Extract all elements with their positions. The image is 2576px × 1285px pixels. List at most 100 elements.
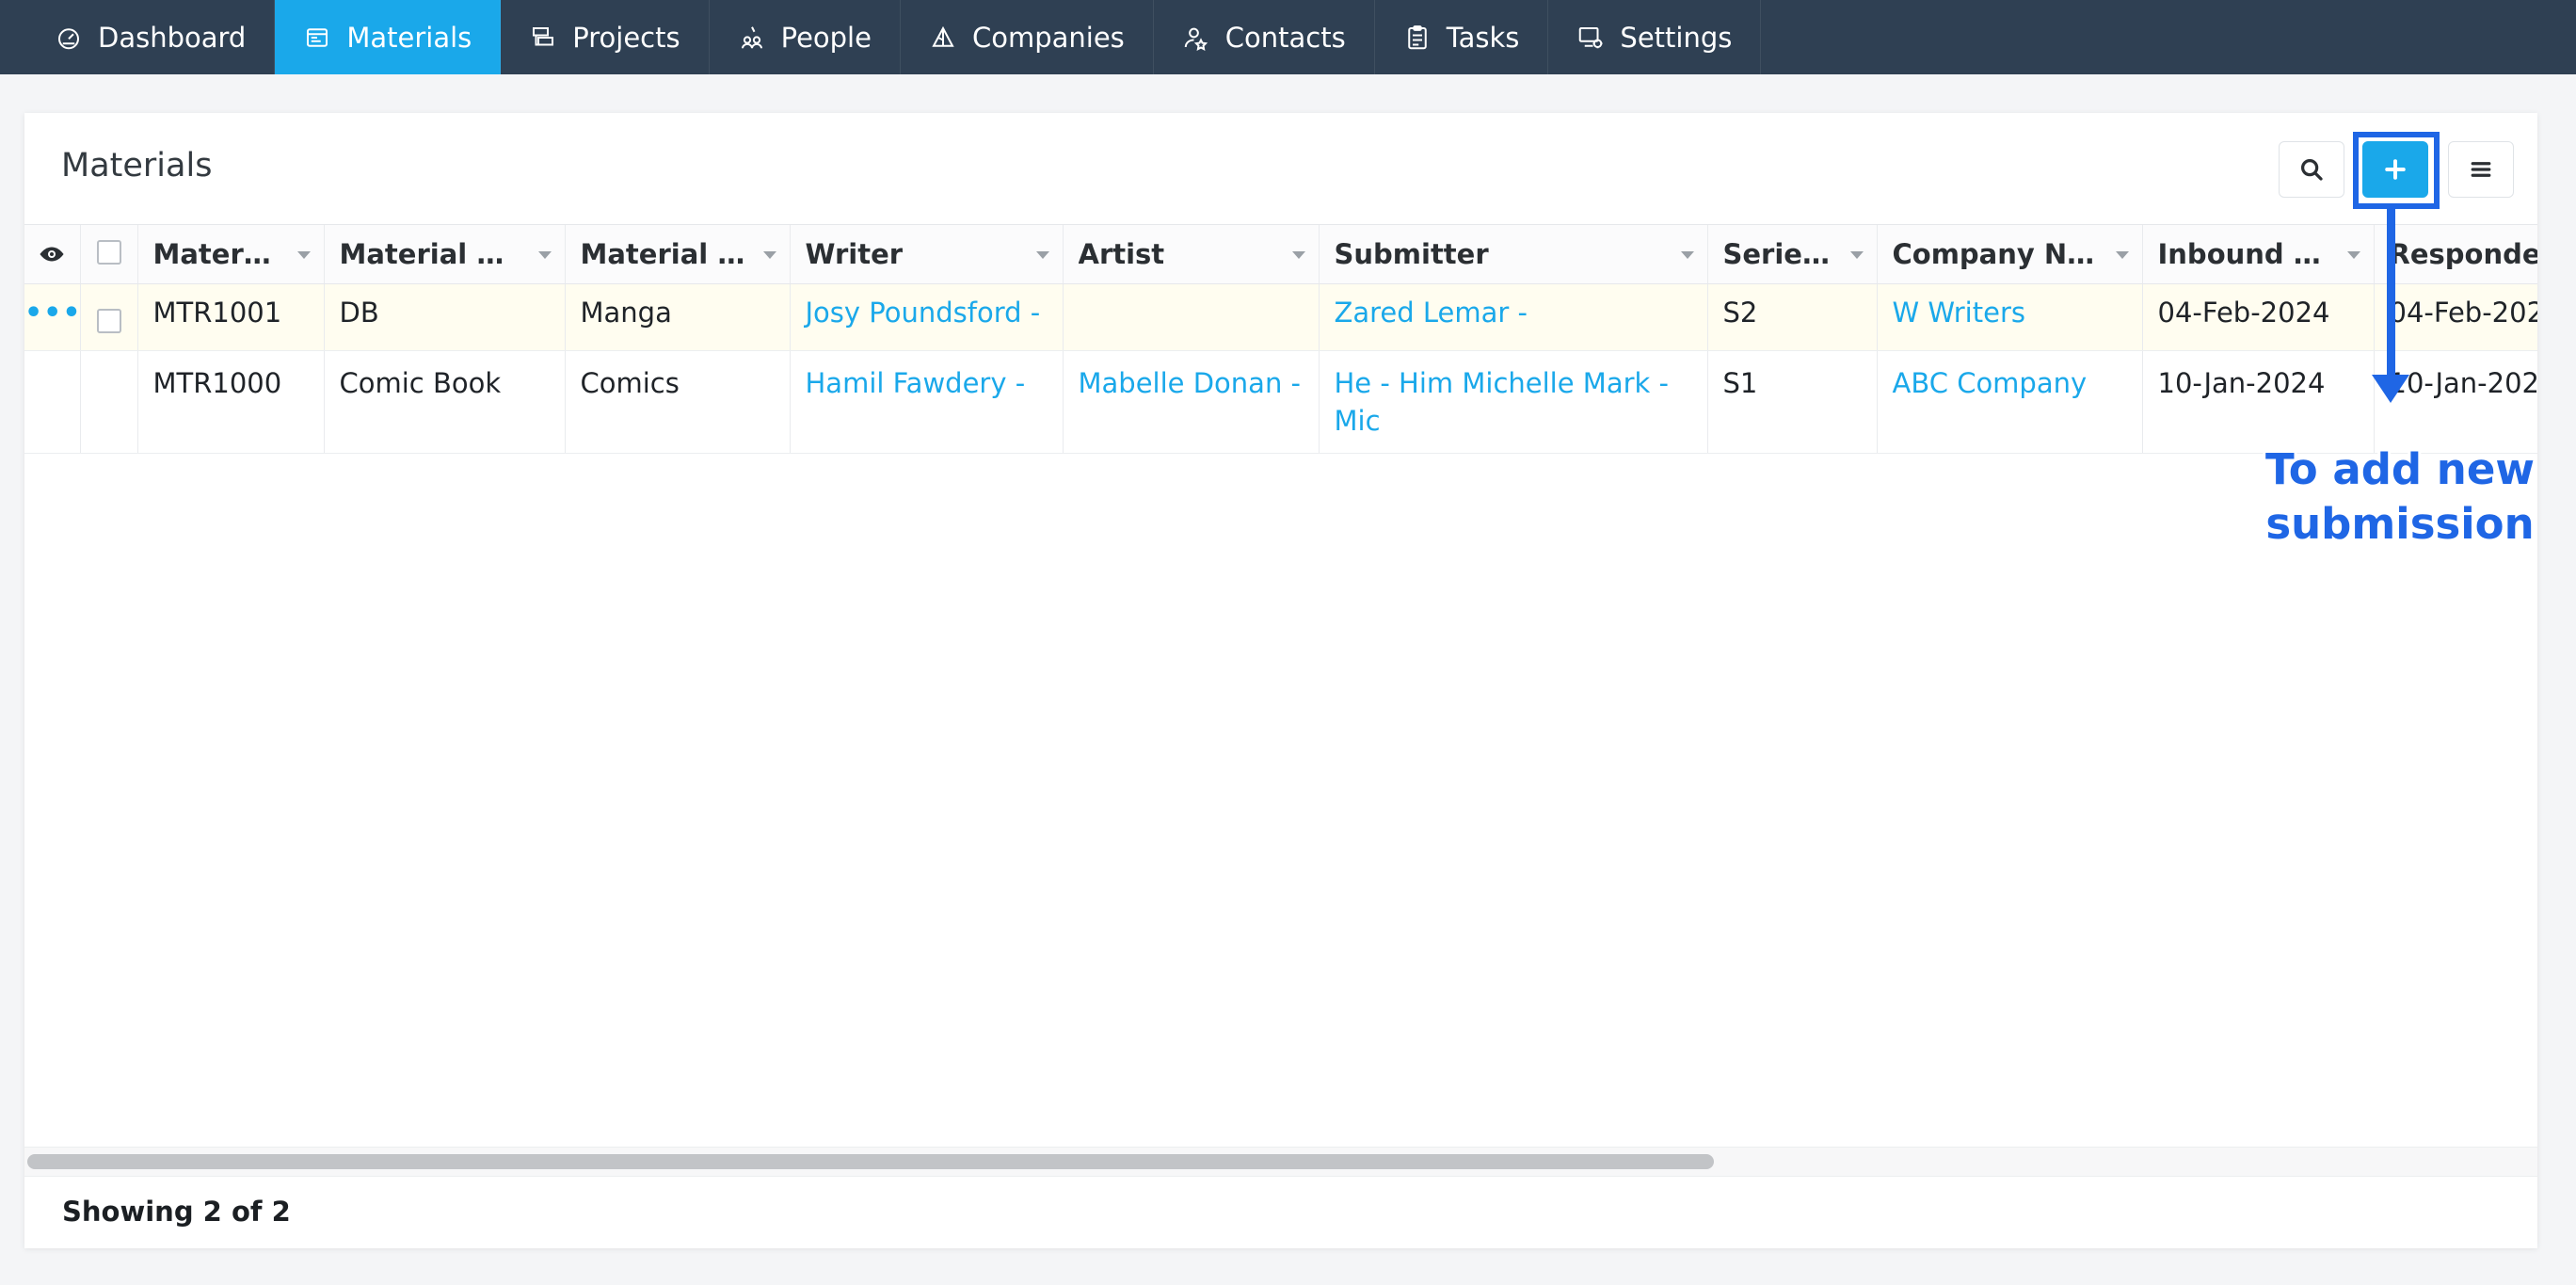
nav-label: Materials <box>346 21 472 54</box>
cell-submitter-link[interactable]: He - Him Michelle Mark - Mic <box>1319 350 1708 454</box>
column-header-writer[interactable]: Writer <box>790 225 1064 284</box>
record-count-status: Showing 2 of 2 <box>62 1196 291 1228</box>
row-select-cell[interactable] <box>80 283 138 351</box>
column-header-inbound-date[interactable]: Inbound Da... <box>2142 225 2375 284</box>
nav-item-tasks[interactable]: Tasks <box>1375 0 1549 74</box>
nav-item-people[interactable]: People <box>710 0 901 74</box>
materials-icon <box>307 27 328 47</box>
cell-inbound-date[interactable]: 04-Feb-2024 <box>2142 283 2375 351</box>
select-all-checkbox[interactable] <box>96 240 121 265</box>
settings-icon <box>1579 26 1603 48</box>
projects-icon <box>533 26 554 45</box>
cell-writer-link[interactable]: Josy Poundsford - <box>790 283 1064 351</box>
nav-label: Settings <box>1620 21 1733 54</box>
sort-caret-icon[interactable] <box>1291 251 1305 259</box>
column-header-label: Company Na... <box>1892 238 2099 270</box>
column-header-label: Inbound Da... <box>2157 238 2330 270</box>
sort-caret-icon[interactable] <box>2115 251 2129 259</box>
horizontal-scrollbar[interactable] <box>24 1147 2537 1177</box>
people-icon <box>741 25 762 48</box>
nav-item-companies[interactable]: Companies <box>901 0 1154 74</box>
materials-table: Materia... Material Na... Material T... … <box>24 224 2537 1148</box>
annotation-arrow-head <box>2372 375 2409 403</box>
eye-icon <box>40 247 64 262</box>
column-header-label: Artist <box>1078 238 1165 270</box>
cell-artist-link[interactable]: Mabelle Donan - <box>1063 350 1320 454</box>
nav-item-projects[interactable]: Projects <box>501 0 710 74</box>
search-icon <box>2301 159 2323 181</box>
cell-series-id[interactable]: S2 <box>1707 283 1878 351</box>
page-title: Materials <box>61 147 213 185</box>
column-header-submitter[interactable]: Submitter <box>1319 225 1708 284</box>
column-header-label: Materia... <box>152 238 280 270</box>
row-select-cell <box>80 350 138 454</box>
column-header-label: Material Na... <box>339 238 521 270</box>
table-row[interactable]: ••• MTR1001 DB Manga Josy Poundsford - Z… <box>24 283 2537 351</box>
column-header-material-name[interactable]: Material Na... <box>324 225 566 284</box>
row-actions-cell[interactable] <box>24 350 81 454</box>
annotation-arrow <box>2387 209 2395 378</box>
row-checkbox[interactable] <box>96 308 121 333</box>
cell-company-link[interactable]: ABC Company <box>1877 350 2143 454</box>
cell-material-name[interactable]: Comic Book <box>324 350 566 454</box>
contacts-icon <box>1184 27 1208 51</box>
nav-item-contacts[interactable]: Contacts <box>1154 0 1375 74</box>
dashboard-icon <box>58 27 79 49</box>
sort-caret-icon[interactable] <box>2346 251 2360 259</box>
column-header-company-name[interactable]: Company Na... <box>1877 225 2143 284</box>
column-visibility-header[interactable] <box>24 225 81 284</box>
hamburger-menu-icon <box>2471 162 2491 177</box>
nav-label: Dashboard <box>98 21 247 54</box>
column-header-series-id[interactable]: Series ID <box>1707 225 1878 284</box>
table-row[interactable]: MTR1000 Comic Book Comics Hamil Fawdery … <box>24 350 2537 454</box>
sort-caret-icon[interactable] <box>537 251 552 259</box>
cell-inbound-date[interactable]: 10-Jan-2024 <box>2142 350 2375 454</box>
cell-series-id[interactable]: S1 <box>1707 350 1878 454</box>
sort-caret-icon[interactable] <box>1035 251 1049 259</box>
nav-label: Projects <box>572 21 680 54</box>
nav-item-dashboard[interactable]: Dashboard <box>0 0 276 74</box>
cell-material-type[interactable]: Comics <box>565 350 791 454</box>
more-actions-icon[interactable]: ••• <box>24 297 79 329</box>
companies-icon <box>932 25 954 47</box>
nav-item-settings[interactable]: Settings <box>1548 0 1762 74</box>
nav-label: Contacts <box>1224 21 1346 54</box>
nav-item-materials[interactable]: Materials <box>275 0 502 74</box>
sort-caret-icon[interactable] <box>1849 251 1864 259</box>
cell-writer-link[interactable]: Hamil Fawdery - <box>790 350 1064 454</box>
sort-caret-icon[interactable] <box>1680 251 1694 259</box>
column-header-label: Series ID <box>1722 238 1833 270</box>
cell-material-name[interactable]: DB <box>324 283 566 351</box>
column-header-material-id[interactable]: Materia... <box>137 225 325 284</box>
row-actions-cell[interactable]: ••• <box>24 283 81 351</box>
column-header-label: Respondec <box>2389 238 2538 270</box>
materials-panel: Materials Materia... <box>24 113 2537 1248</box>
menu-button[interactable] <box>2448 141 2514 198</box>
plus-icon <box>2385 159 2406 180</box>
sort-caret-icon[interactable] <box>296 251 311 259</box>
column-header-label: Material T... <box>580 238 746 270</box>
top-navigation: Dashboard Materials Projects People Comp… <box>0 0 2576 74</box>
add-material-button[interactable] <box>2362 141 2428 198</box>
nav-label: Companies <box>971 21 1125 54</box>
cell-submitter-link[interactable]: Zared Lemar - <box>1319 283 1708 351</box>
column-header-responded[interactable]: Respondec <box>2374 225 2538 284</box>
column-header-label: Submitter <box>1334 238 1489 270</box>
search-button[interactable] <box>2279 141 2344 198</box>
select-all-header[interactable] <box>80 225 138 284</box>
tasks-icon <box>1407 24 1427 49</box>
annotation-callout: To add new submission <box>2265 444 2535 549</box>
cell-material-id[interactable]: MTR1001 <box>137 283 325 351</box>
table-header-row: Materia... Material Na... Material T... … <box>24 225 2538 284</box>
cell-material-id[interactable]: MTR1000 <box>137 350 325 454</box>
nav-label: Tasks <box>1446 21 1520 54</box>
cell-company-link[interactable]: W Writers <box>1877 283 2143 351</box>
sort-caret-icon[interactable] <box>762 251 776 259</box>
column-header-artist[interactable]: Artist <box>1063 225 1320 284</box>
column-header-material-type[interactable]: Material T... <box>565 225 791 284</box>
cell-artist-link[interactable] <box>1063 283 1320 351</box>
column-header-label: Writer <box>805 238 904 270</box>
scrollbar-thumb[interactable] <box>27 1154 1714 1169</box>
cell-material-type[interactable]: Manga <box>565 283 791 351</box>
cell-responded-date[interactable]: 04-Feb-202 <box>2374 283 2537 351</box>
